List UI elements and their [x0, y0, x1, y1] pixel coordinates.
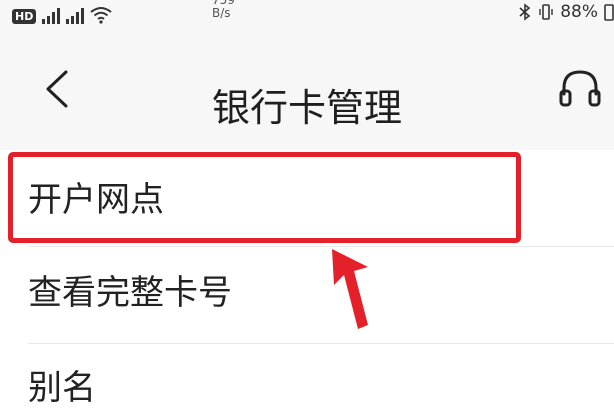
list-item-full-card-number[interactable]: 查看完整卡号: [0, 247, 614, 342]
list-item-label: 别名: [28, 368, 96, 408]
battery-icon: [604, 4, 614, 21]
status-left-icons: HD: [12, 0, 112, 24]
status-right-icons: 88%: [518, 0, 614, 24]
customer-service-button[interactable]: [556, 64, 606, 114]
battery-percent: 88%: [560, 2, 598, 22]
highlight-annotation-box: [8, 152, 521, 243]
vibrate-icon: [539, 4, 553, 20]
arrow-pointer-icon: [332, 249, 368, 329]
wifi-icon: [90, 7, 112, 24]
bluetooth-icon: [519, 3, 531, 21]
network-speed: 759 B/s: [212, 0, 235, 20]
page-title: 银行卡管理: [211, 86, 402, 130]
list-item-label: 查看完整卡号: [28, 273, 232, 313]
hd-badge: HD: [12, 9, 37, 24]
cellular-signal-icon: [66, 6, 85, 24]
status-bar: HD 759 B/s 88%: [0, 0, 614, 30]
network-speed-unit: B/s: [212, 6, 231, 20]
cellular-signal-icon: [42, 6, 61, 24]
list-item-alias[interactable]: 别名: [0, 344, 614, 408]
app-header: 银行卡管理: [0, 30, 614, 150]
headset-icon: [559, 70, 601, 107]
